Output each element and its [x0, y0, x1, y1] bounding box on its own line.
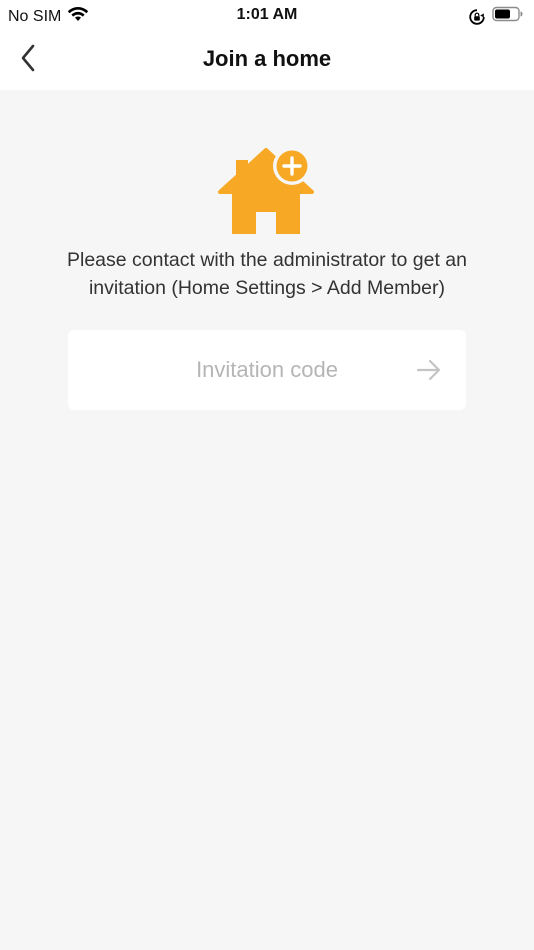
arrow-right-icon[interactable] — [416, 358, 442, 382]
instruction-line-2: invitation (Home Settings > Add Member) — [88, 277, 446, 299]
main-content: Please contact with the administrator to… — [0, 90, 534, 950]
invitation-code-field — [68, 330, 466, 410]
instruction-line-1: Please contact with the administrator to… — [67, 249, 467, 271]
instruction-text: Please contact with the administrator to… — [20, 246, 514, 302]
invitation-code-input[interactable] — [68, 330, 466, 410]
status-bar: No SIM 1:01 AM — [0, 0, 534, 32]
battery-icon — [492, 6, 524, 27]
house-add-icon — [218, 146, 318, 238]
status-right — [468, 6, 524, 27]
page-title: Join a home — [202, 46, 332, 71]
rotation-lock-icon — [468, 8, 486, 26]
status-time: 1:01 AM — [236, 6, 298, 23]
navigation-bar: Join a home — [0, 32, 534, 90]
